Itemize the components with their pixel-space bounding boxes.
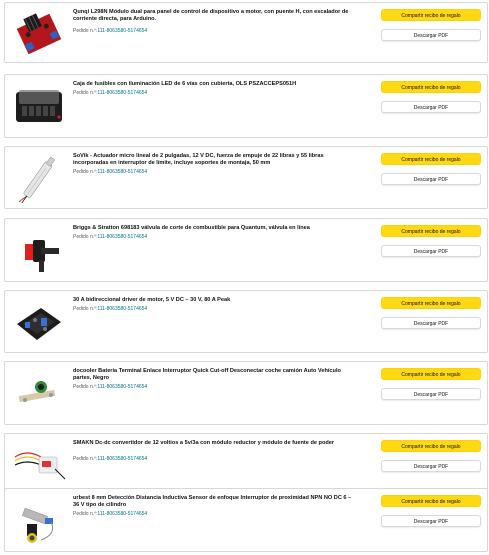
- order-card: Briggs & Stratton 698183 válvula de cort…: [4, 218, 488, 282]
- product-image[interactable]: [11, 224, 67, 276]
- order-number-link[interactable]: 111-8063580-5174654: [97, 511, 147, 517]
- battery-disconnect-icon: [18, 381, 56, 403]
- download-pdf-button[interactable]: Descargar PDF: [381, 317, 481, 329]
- order-card: docooler Batería Terminal Enlace Interru…: [4, 361, 488, 425]
- order-number-link[interactable]: 111-8063580-5174654: [97, 90, 147, 96]
- order-number-line: Pedido n.º:111-8063580-5174654: [73, 456, 147, 462]
- share-gift-receipt-button[interactable]: Compartir recibo de regalo: [381, 368, 481, 380]
- order-number-link[interactable]: 111-8063580-5174654: [97, 28, 147, 34]
- order-number-line: Pedido n.º:111-8063580-5174654: [73, 169, 147, 175]
- download-pdf-button[interactable]: Descargar PDF: [381, 173, 481, 185]
- order-number-line: Pedido n.º:111-8063580-5174654: [73, 28, 147, 34]
- download-pdf-button[interactable]: Descargar PDF: [381, 245, 481, 257]
- linear-actuator-icon: [18, 156, 56, 204]
- product-title[interactable]: SoVik - Actuador micro lineal de 2 pulga…: [73, 153, 353, 167]
- order-number-link[interactable]: 111-8063580-5174654: [97, 306, 147, 312]
- order-number-link[interactable]: 111-8063580-5174654: [97, 456, 147, 462]
- order-number-line: Pedido n.º:111-8063580-5174654: [73, 90, 147, 96]
- order-label: Pedido n.º:: [73, 234, 98, 240]
- order-label: Pedido n.º:: [73, 28, 98, 34]
- dc-converter-icon: [14, 452, 66, 480]
- product-title[interactable]: docooler Batería Terminal Enlace Interru…: [73, 368, 353, 382]
- order-label: Pedido n.º:: [73, 384, 98, 390]
- share-gift-receipt-button[interactable]: Compartir recibo de regalo: [381, 440, 481, 452]
- order-label: Pedido n.º:: [73, 169, 98, 175]
- proximity-sensor-icon: [22, 507, 54, 543]
- order-card: SoVik - Actuador micro lineal de 2 pulga…: [4, 146, 488, 209]
- order-card: 30 A bidireccional driver de motor, 5 V …: [4, 290, 488, 353]
- product-image[interactable]: [11, 439, 67, 491]
- product-title[interactable]: Caja de fusibles con iluminación LED de …: [73, 81, 353, 88]
- download-pdf-button[interactable]: Descargar PDF: [381, 388, 481, 400]
- download-pdf-button[interactable]: Descargar PDF: [381, 460, 481, 472]
- share-gift-receipt-button[interactable]: Compartir recibo de regalo: [381, 495, 481, 507]
- product-title[interactable]: SMAKN Dc-dc convertidor de 12 voltios a …: [73, 440, 353, 447]
- product-image[interactable]: [11, 8, 67, 60]
- order-number-link[interactable]: 111-8063580-5174654: [97, 234, 147, 240]
- product-image[interactable]: [11, 80, 67, 132]
- order-number-line: Pedido n.º:111-8063580-5174654: [73, 234, 147, 240]
- fuel-valve-icon: [25, 240, 59, 272]
- product-title[interactable]: Qunqi L298N Módulo dual para panel de co…: [73, 9, 353, 23]
- motor-driver-board-icon: [16, 13, 62, 55]
- share-gift-receipt-button[interactable]: Compartir recibo de regalo: [381, 81, 481, 93]
- order-label: Pedido n.º:: [73, 90, 98, 96]
- product-image[interactable]: [11, 296, 67, 348]
- download-pdf-button[interactable]: Descargar PDF: [381, 515, 481, 527]
- orders-list: Qunqi L298N Módulo dual para panel de co…: [0, 0, 489, 555]
- motor-driver-module-icon: [17, 308, 61, 340]
- download-pdf-button[interactable]: Descargar PDF: [381, 29, 481, 41]
- product-title[interactable]: urbest 8 mm Detección Distancia Inductiv…: [73, 495, 353, 509]
- share-gift-receipt-button[interactable]: Compartir recibo de regalo: [381, 297, 481, 309]
- product-image[interactable]: [11, 367, 67, 419]
- order-number-line: Pedido n.º:111-8063580-5174654: [73, 384, 147, 390]
- order-number-line: Pedido n.º:111-8063580-5174654: [73, 306, 147, 312]
- order-label: Pedido n.º:: [73, 511, 98, 517]
- product-title[interactable]: Briggs & Stratton 698183 válvula de cort…: [73, 225, 353, 232]
- order-card: Caja de fusibles con iluminación LED de …: [4, 74, 488, 138]
- order-label: Pedido n.º:: [73, 456, 98, 462]
- download-pdf-button[interactable]: Descargar PDF: [381, 101, 481, 113]
- order-number-line: Pedido n.º:111-8063580-5174654: [73, 511, 147, 517]
- order-card: urbest 8 mm Detección Distancia Inductiv…: [4, 488, 488, 552]
- order-card: Qunqi L298N Módulo dual para panel de co…: [4, 2, 488, 63]
- product-image[interactable]: [11, 152, 67, 204]
- fuse-box-icon: [16, 90, 62, 122]
- product-image[interactable]: [11, 494, 67, 546]
- share-gift-receipt-button[interactable]: Compartir recibo de regalo: [381, 9, 481, 21]
- share-gift-receipt-button[interactable]: Compartir recibo de regalo: [381, 153, 481, 165]
- order-label: Pedido n.º:: [73, 306, 98, 312]
- share-gift-receipt-button[interactable]: Compartir recibo de regalo: [381, 225, 481, 237]
- product-title[interactable]: 30 A bidireccional driver de motor, 5 V …: [73, 297, 353, 304]
- order-number-link[interactable]: 111-8063580-5174654: [97, 169, 147, 175]
- order-number-link[interactable]: 111-8063580-5174654: [97, 384, 147, 390]
